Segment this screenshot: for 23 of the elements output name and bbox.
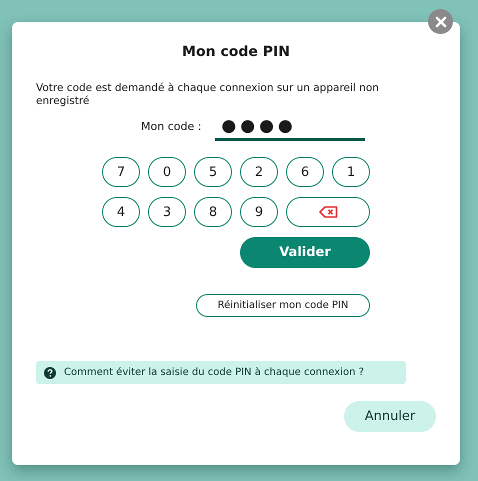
backspace-key[interactable] <box>286 197 370 227</box>
digit-key[interactable]: 9 <box>240 197 278 227</box>
digit-key[interactable]: 8 <box>194 197 232 227</box>
validate-button[interactable]: Valider <box>240 237 370 268</box>
cancel-button[interactable]: Annuler <box>344 401 436 432</box>
reset-button[interactable]: Réinitialiser mon code PIN <box>196 294 370 317</box>
digit-key[interactable]: 6 <box>286 157 324 187</box>
digit-key[interactable]: 0 <box>148 157 186 187</box>
backspace-icon <box>318 206 338 218</box>
help-link[interactable]: Comment éviter la saisie du code PIN à chaque connexion ? <box>64 367 364 378</box>
field-label: Mon code : <box>141 120 202 135</box>
digit-key[interactable]: 5 <box>194 157 232 187</box>
close-button[interactable] <box>428 9 453 34</box>
dialog-title: Mon code PIN <box>181 44 291 60</box>
description-text: Votre code est demandé à chaque connexion sur un appareil non enregistré <box>36 82 380 108</box>
close-icon <box>434 16 446 28</box>
digit-key[interactable]: 3 <box>148 197 186 227</box>
digit-key[interactable]: 7 <box>102 157 140 187</box>
digit-key[interactable]: 1 <box>332 157 370 187</box>
help-icon <box>44 366 56 378</box>
digit-key[interactable]: 2 <box>240 157 278 187</box>
digit-key[interactable]: 4 <box>102 197 140 227</box>
pin-field[interactable]: ●●●● <box>215 116 366 141</box>
